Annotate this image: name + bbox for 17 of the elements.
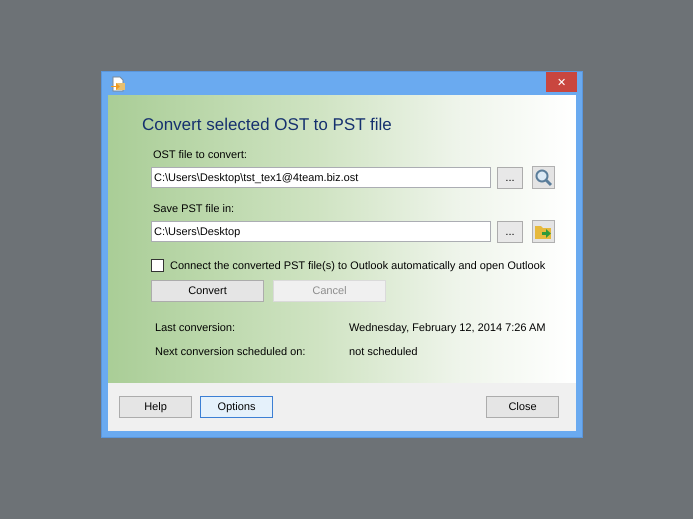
field-label: Save PST file in: (153, 203, 236, 215)
text-field[interactable]: C:\Users\Desktop\tst_tex1@4team.biz.ost (151, 167, 491, 188)
dialog-heading: Convert selected OST to PST file (142, 115, 393, 135)
footer-button[interactable]: Options (200, 396, 273, 418)
browse-button[interactable]: ... (497, 166, 523, 188)
info-value: Wednesday, February 12, 2014 7:26 AM (349, 322, 546, 334)
action-button[interactable]: Convert (151, 280, 264, 302)
checkbox-label: Connect the converted PST file(s) to Outlook automatically and open Outlook (170, 260, 546, 272)
footer-button[interactable]: Help (119, 396, 192, 418)
browse-button[interactable]: ... (497, 220, 523, 242)
close-button[interactable]: ✕ (546, 72, 577, 92)
text-field[interactable]: C:\Users\Desktop (151, 221, 491, 242)
info-label: Next conversion scheduled on: (155, 346, 306, 358)
footer-button[interactable]: Close (486, 396, 559, 418)
info-label: Last conversion: (155, 322, 236, 334)
info-value: not scheduled (349, 346, 418, 358)
field-label: OST file to convert: (153, 149, 248, 161)
